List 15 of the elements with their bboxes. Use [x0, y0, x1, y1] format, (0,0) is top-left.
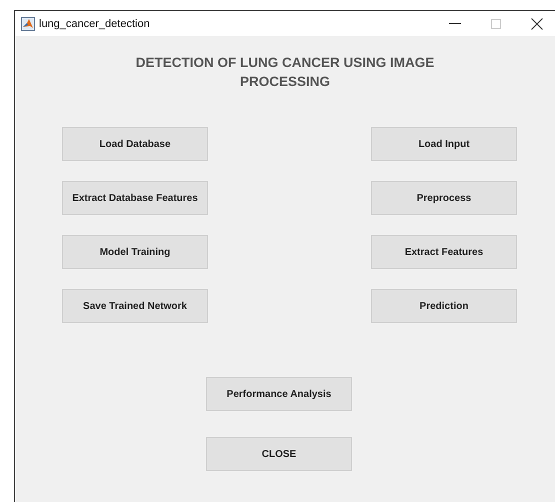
action-button[interactable]: Extract Features	[371, 235, 517, 269]
heading: DETECTION OF LUNG CANCER USING IMAGE PROCESSING	[134, 54, 436, 91]
window-title: lung_cancer_detection	[39, 18, 150, 30]
app-logo-icon	[21, 16, 35, 30]
action-button[interactable]: Preprocess	[371, 181, 517, 215]
minimize-icon[interactable]	[449, 22, 461, 24]
action-button[interactable]: Save Trained Network	[62, 289, 208, 323]
action-button[interactable]: Model Training	[62, 235, 208, 269]
action-button[interactable]: Load Database	[62, 127, 208, 161]
action-button[interactable]: Performance Analysis	[206, 377, 352, 411]
close-icon[interactable]	[531, 18, 543, 30]
action-button[interactable]: Extract Database Features	[62, 181, 208, 215]
action-button[interactable]: Prediction	[371, 289, 517, 323]
action-button[interactable]: Load Input	[371, 127, 517, 161]
action-button[interactable]: CLOSE	[206, 437, 352, 471]
